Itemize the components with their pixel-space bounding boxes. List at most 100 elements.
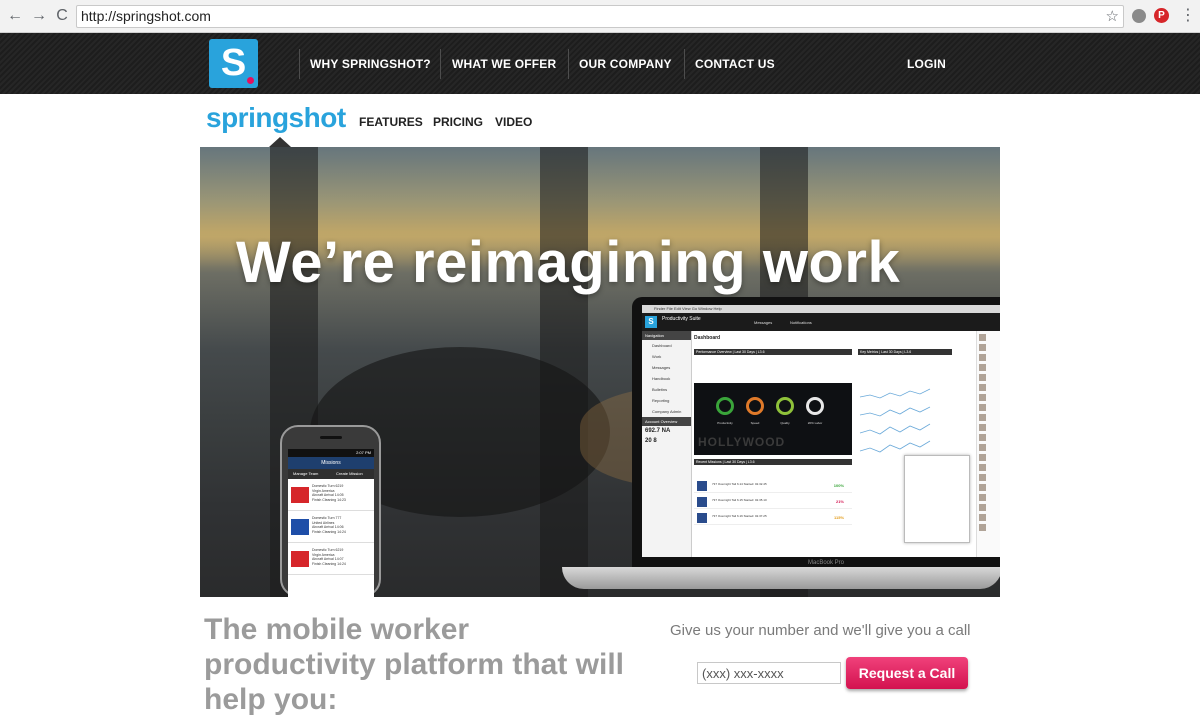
avatar [979,514,986,521]
laptop-screen: Finder File Edit View Go Window Help S P… [642,305,1000,557]
avatar [979,404,986,411]
nav-our-company[interactable]: OUR COMPANY [579,57,672,71]
gauge [716,397,734,415]
performance-gauges: Productivity Speed Quality 20% Labor HOL… [694,383,852,455]
avatar [979,454,986,461]
reload-icon[interactable]: C [52,6,72,26]
overview-header: Account Overview [642,417,691,426]
address-bar[interactable]: http://springshot.com ☆ [76,5,1124,28]
app-title: Productivity Suite [662,316,701,322]
gauge [746,397,764,415]
subnav-features[interactable]: FEATURES [359,115,423,129]
mission-value: 115% [833,515,844,520]
forward-icon[interactable]: → [29,6,49,26]
extension-icon[interactable] [1132,9,1146,23]
item-line: Finish Cleaning 14:24 [312,529,346,534]
item-line: Finish Cleaning 14:24 [312,561,346,566]
phone-screen: 2:07 PM Missions Manage Team Create Miss… [288,449,374,597]
subnav-pricing[interactable]: PRICING [433,115,483,129]
key-metrics-header: Key Metrics | Last 30 Days | L3.6 [858,349,952,355]
laptop-image: Finder File Edit View Go Window Help S P… [562,297,1000,597]
nav-why-springshot[interactable]: WHY SPRINGSHOT? [310,57,431,71]
sidebar-item: Company Admin [652,409,682,414]
pinterest-icon[interactable]: P [1154,8,1169,23]
phone-item-text: Domestic Turn 777 United Airlines Aircra… [312,516,370,534]
gauge [806,397,824,415]
phone-title-bar: Missions [288,457,374,469]
phone-speaker [320,436,342,439]
chat-popup [904,455,970,543]
sidebar-item: Dashboard [652,343,672,348]
request-call-button[interactable]: Request a Call [846,657,968,689]
nav-contact-us[interactable]: CONTACT US [695,57,775,71]
nav-divider [684,49,685,79]
gauge-label: Speed [750,421,760,425]
avatar [979,344,986,351]
avatar [979,494,986,501]
gauge [776,397,794,415]
phone-tabs: Manage Team Create Mission [288,469,374,479]
bookmark-star-icon[interactable]: ☆ [1106,6,1119,27]
performance-header: Performance Overview | Last 30 Days | L3… [694,349,852,355]
mission-row: 737 Overnight Tail 6.16 Started: 02.37.2… [694,511,852,525]
airline-icon [697,481,707,491]
avatar [979,424,986,431]
active-indicator [269,137,291,147]
phone-image: 2:07 PM Missions Manage Team Create Miss… [280,425,381,597]
sidebar-item: Reporting [652,398,670,403]
laptop-base [562,567,1000,589]
avatar [979,434,986,441]
avatar [979,354,986,361]
airline-icon [697,497,707,507]
avatar [979,384,986,391]
avatar [979,374,986,381]
phone-list-item: Domestic Turn 777 United Airlines Aircra… [288,513,374,543]
avatar [979,474,986,481]
app-main: Dashboard Performance Overview | Last 30… [694,331,952,557]
mission-value: 21% [835,499,844,504]
overview-stat: 20 8 [645,438,657,444]
phone-tab: Manage Team [293,471,319,476]
browser-menu-icon[interactable]: ⋮ [1180,6,1196,26]
gauge-label: 20% Labor [807,421,823,425]
top-navigation: S WHY SPRINGSHOT? WHAT WE OFFER OUR COMP… [0,33,1200,94]
sparkline-graphs [858,383,952,463]
avatar [979,464,986,471]
url-text[interactable]: http://springshot.com [81,8,211,24]
item-line: Finish Cleaning 14:23 [312,497,346,502]
mission-value: 100% [833,483,844,488]
phone-number-input[interactable] [697,662,841,684]
avatar [979,414,986,421]
airline-icon [697,513,707,523]
browser-toolbar: ← → C http://springshot.com ☆ P ⋮ [0,0,1200,33]
avatar [979,334,986,341]
app-sidebar: Navigation Dashboard Work Messages Handb… [642,331,692,557]
phone-status-bar: 2:07 PM [288,449,374,457]
background-sign: HOLLYWOOD [698,435,786,449]
messages-label: Messages [754,320,773,325]
avatar [979,444,986,451]
mission-text: 737 Overnight Tail 6.15 Started: 02.35.1… [712,498,767,502]
nav-divider [568,49,569,79]
mac-menubar: Finder File Edit View Go Window Help [642,305,1000,313]
laptop-bezel: Finder File Edit View Go Window Help S P… [632,297,1000,567]
united-airlines-logo [291,519,309,535]
dashboard-title: Dashboard [694,335,721,341]
springshot-logo[interactable]: S [209,39,258,88]
app-header: S Productivity Suite Messages Notificati… [642,313,1000,331]
gauge-label: Quality [780,421,790,425]
avatar [979,504,986,511]
brand-wordmark[interactable]: springshot [206,102,346,134]
nav-divider [440,49,441,79]
virgin-america-logo [291,551,309,567]
avatar [979,484,986,491]
virgin-america-logo [291,487,309,503]
back-icon[interactable]: ← [5,6,25,26]
sidebar-header: Navigation [642,331,691,340]
notifications-label: Notifications [790,320,812,325]
call-prompt: Give us your number and we'll give you a… [670,622,971,639]
nav-what-we-offer[interactable]: WHAT WE OFFER [452,57,556,71]
login-link[interactable]: LOGIN [907,57,946,71]
subnav-video[interactable]: VIDEO [495,115,532,129]
nav-divider [299,49,300,79]
